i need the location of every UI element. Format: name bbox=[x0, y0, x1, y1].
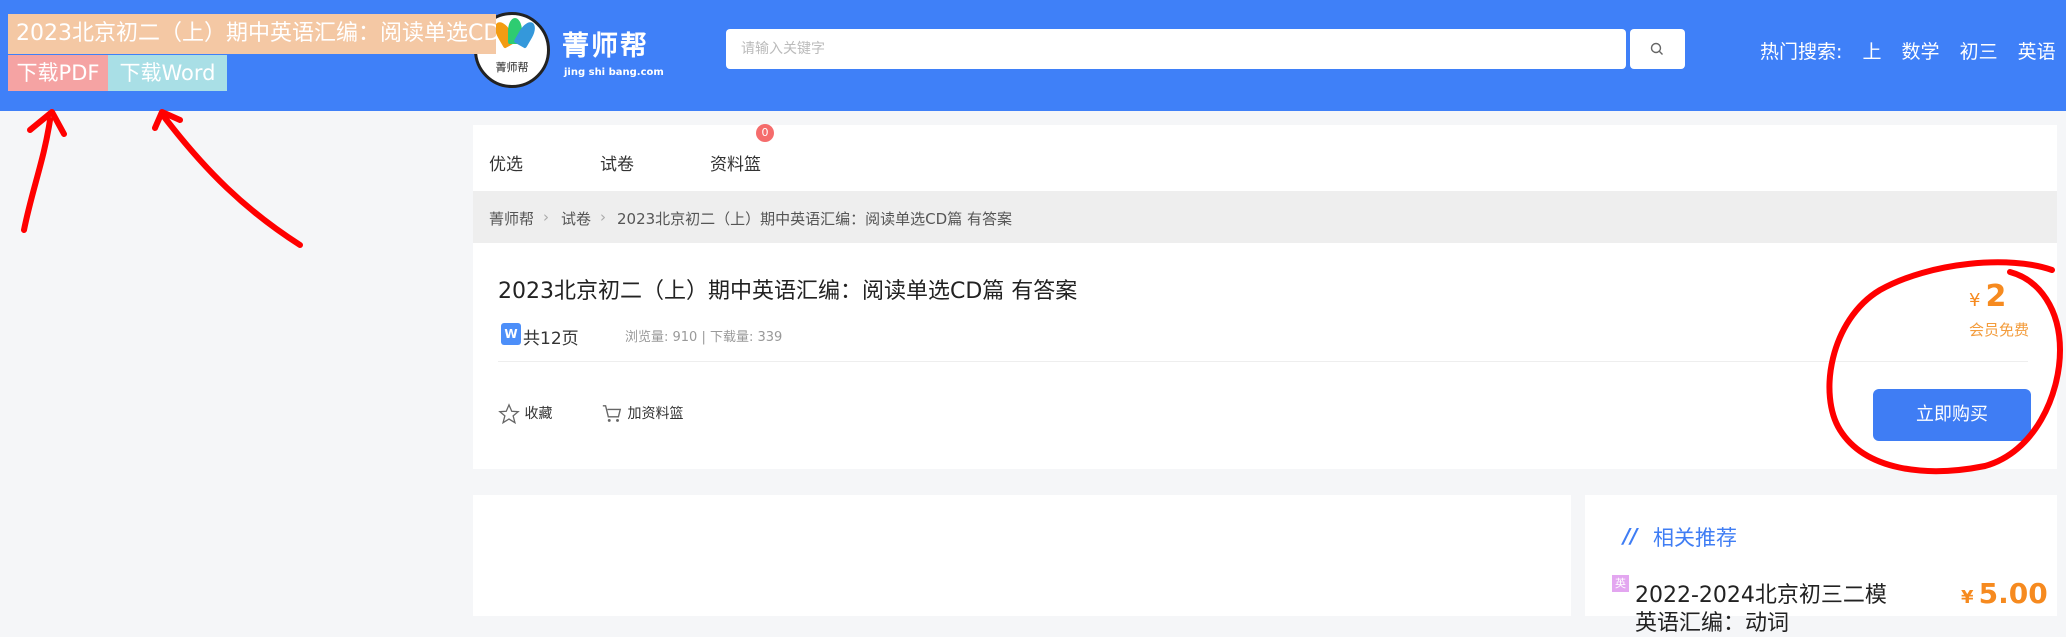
overlay-document-title: 2023北京初二（上）期中英语汇编：阅读单选CD篇 bbox=[8, 14, 496, 54]
tab-featured[interactable]: 优选 bbox=[489, 150, 523, 175]
basket-count-badge: 0 bbox=[756, 124, 774, 142]
arrow-annotation-pdf bbox=[21, 109, 67, 233]
hot-search-item[interactable]: 数学 bbox=[1902, 41, 1940, 63]
add-to-basket-button[interactable]: 加资料篮 bbox=[601, 403, 683, 425]
word-file-icon: W bbox=[501, 323, 521, 345]
english-subject-icon: 英 bbox=[1612, 575, 1629, 592]
download-word-button[interactable]: 下载Word bbox=[108, 55, 227, 91]
related-item-price: ¥ 5.00 bbox=[1961, 577, 2048, 610]
buy-now-button[interactable]: 立即购买 bbox=[1873, 389, 2031, 441]
related-title: 相关推荐 bbox=[1653, 526, 1737, 550]
section-marker-icon: // bbox=[1623, 524, 1638, 548]
hot-search-item[interactable]: 上 bbox=[1862, 41, 1881, 63]
breadcrumb-home[interactable]: 菁师帮 bbox=[489, 208, 534, 229]
search-input[interactable] bbox=[726, 29, 1626, 69]
logo-caption: 菁师帮 bbox=[495, 61, 529, 74]
add-basket-label: 加资料篮 bbox=[627, 406, 684, 422]
tab-basket[interactable]: 资料篮 bbox=[710, 150, 761, 175]
favorite-label: 收藏 bbox=[524, 406, 553, 422]
related-panel: // 相关推荐 英 2022-2024北京初三二模 英语汇编：动词 ¥ 5.00 bbox=[1585, 495, 2057, 636]
divider bbox=[498, 361, 2028, 362]
search-button[interactable] bbox=[1630, 29, 1685, 69]
price-value: 2 bbox=[1985, 279, 2007, 314]
logo-subtitle: jing shi bang.com bbox=[564, 67, 664, 78]
breadcrumb: 菁师帮 › 试卷 › 2023北京初二（上）期中英语汇编：阅读单选CD篇 有答案 bbox=[473, 191, 2057, 243]
cart-icon bbox=[602, 405, 622, 422]
document-title: 2023北京初二（上）期中英语汇编：阅读单选CD篇 有答案 bbox=[498, 279, 1078, 304]
hot-searches: 热门搜索: 上 数学 初三 英语 考 bbox=[1760, 37, 2066, 64]
chevron-right-icon: › bbox=[600, 208, 606, 226]
hot-search-item[interactable]: 初三 bbox=[1960, 41, 1998, 63]
currency-symbol: ¥ bbox=[1969, 290, 1981, 311]
view-download-stats: 浏览量: 910 | 下载量: 339 bbox=[625, 330, 783, 345]
price: ¥ 2 bbox=[1969, 279, 2006, 314]
site-logo[interactable]: 菁师帮 菁师帮 jing shi bang.com bbox=[474, 12, 674, 92]
search-icon bbox=[1650, 42, 1663, 55]
chevron-right-icon: › bbox=[543, 208, 549, 226]
breadcrumb-current: 2023北京初二（上）期中英语汇编：阅读单选CD篇 有答案 bbox=[617, 210, 1012, 228]
download-pdf-button[interactable]: 下载PDF bbox=[8, 55, 108, 91]
related-item-title-line2[interactable]: 英语汇编：动词 bbox=[1635, 605, 1789, 637]
arrow-annotation-word bbox=[152, 109, 303, 248]
document-preview-panel bbox=[473, 495, 1571, 616]
member-free-note: 会员免费 bbox=[1969, 321, 2030, 339]
breadcrumb-section[interactable]: 试卷 bbox=[561, 208, 591, 229]
logo-name: 菁师帮 bbox=[562, 31, 649, 62]
page-count: 共12页 bbox=[523, 329, 579, 349]
currency-symbol: ¥ bbox=[1961, 587, 1974, 608]
favorite-button[interactable]: 收藏 bbox=[498, 403, 552, 425]
top-header: 菁师帮 菁师帮 jing shi bang.com 热门搜索: 上 数学 初三 … bbox=[0, 0, 2066, 111]
related-price-value: 5.00 bbox=[1978, 577, 2048, 610]
tab-papers[interactable]: 试卷 bbox=[600, 150, 634, 175]
document-card: 2023北京初二（上）期中英语汇编：阅读单选CD篇 有答案 W 共12页 浏览量… bbox=[473, 243, 2057, 469]
hot-search-label: 热门搜索: bbox=[1760, 41, 1843, 63]
tab-bar: 优选 试卷 资料篮 0 bbox=[473, 124, 2057, 191]
star-icon bbox=[498, 403, 520, 425]
hot-search-item[interactable]: 英语 bbox=[2018, 41, 2056, 63]
